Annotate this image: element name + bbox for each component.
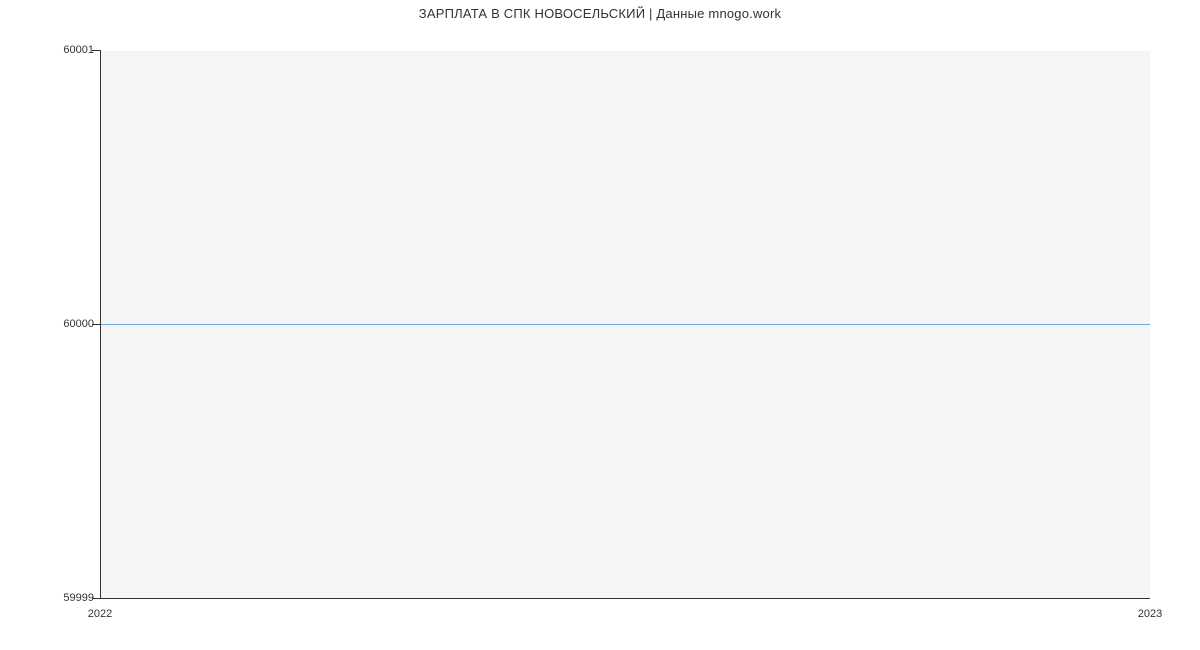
chart-container: ЗАРПЛАТА В СПК НОВОСЕЛЬСКИЙ | Данные mno… [0,0,1200,650]
y-tick-label: 60001 [63,44,94,56]
x-tick-label: 2022 [88,608,112,620]
y-tick-label: 60000 [63,318,94,330]
chart-title: ЗАРПЛАТА В СПК НОВОСЕЛЬСКИЙ | Данные mno… [0,6,1200,21]
x-axis [100,598,1150,599]
y-axis [100,50,101,598]
y-tick-label: 59999 [63,592,94,604]
x-tick-label: 2023 [1138,608,1162,620]
series-line [100,324,1150,325]
